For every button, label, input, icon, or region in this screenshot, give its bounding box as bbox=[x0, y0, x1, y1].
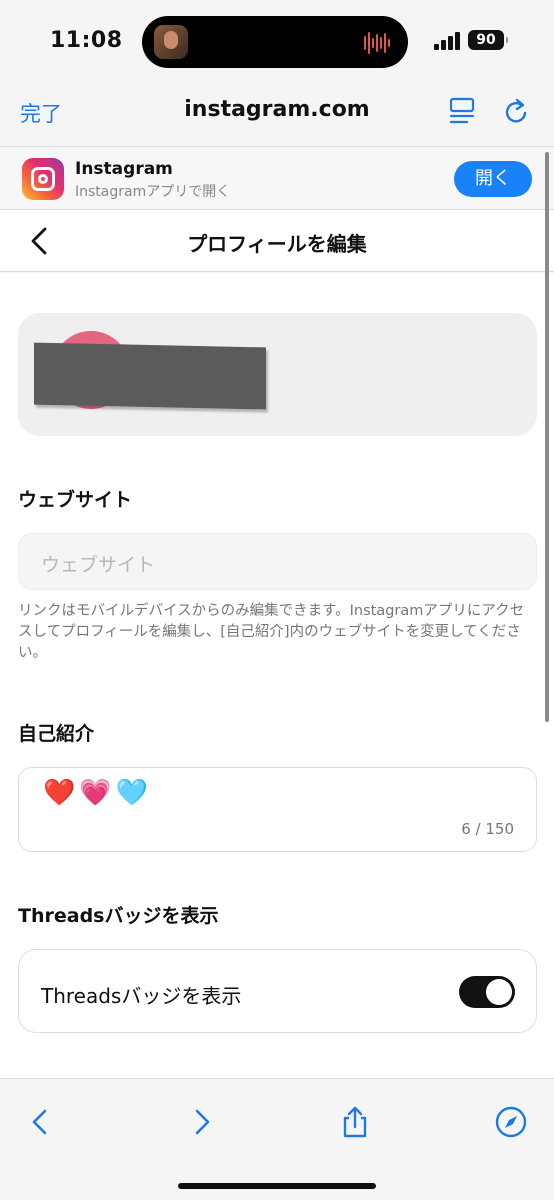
threads-badge-card: Threadsバッジを表示 bbox=[18, 949, 537, 1033]
scrollbar[interactable] bbox=[545, 152, 549, 722]
website-placeholder: ウェブサイト bbox=[41, 554, 156, 576]
browser-toolbar bbox=[0, 1078, 554, 1200]
now-playing-thumbnail bbox=[154, 25, 188, 59]
compass-icon[interactable] bbox=[494, 1105, 528, 1139]
banner-subtitle: Instagramアプリで開く bbox=[75, 184, 231, 200]
status-bar: 11:08 90 bbox=[0, 0, 554, 80]
forward-arrow-icon[interactable] bbox=[184, 1105, 218, 1139]
cellular-signal-icon bbox=[434, 32, 462, 50]
threads-toggle-label: Threadsバッジを表示 bbox=[41, 984, 242, 1008]
website-help-text: リンクはモバイルデバイスからのみ編集できます。Instagramアプリにアクセス… bbox=[18, 603, 525, 661]
reload-icon[interactable] bbox=[502, 96, 530, 126]
dynamic-island bbox=[142, 16, 408, 68]
bio-char-count: 6 / 150 bbox=[461, 820, 514, 838]
page-header: プロフィールを編集 bbox=[0, 210, 554, 272]
website-field[interactable]: ウェブサイト bbox=[18, 533, 537, 590]
status-time: 11:08 bbox=[50, 28, 123, 53]
back-arrow-icon[interactable] bbox=[24, 1105, 58, 1139]
instagram-logo-icon bbox=[22, 158, 64, 200]
bio-value: ❤️💗🩵 bbox=[43, 778, 153, 808]
app-install-banner: Instagram Instagramアプリで開く 開く bbox=[0, 146, 554, 210]
website-label: ウェブサイト bbox=[18, 489, 133, 511]
threads-section-label: Threadsバッジを表示 bbox=[18, 905, 219, 927]
share-icon[interactable] bbox=[338, 1105, 372, 1139]
threads-badge-toggle[interactable] bbox=[459, 976, 515, 1008]
profile-card bbox=[18, 313, 537, 436]
reader-list-icon[interactable] bbox=[449, 97, 475, 125]
open-app-button[interactable]: 開く bbox=[454, 161, 532, 197]
bio-field[interactable]: ❤️💗🩵 6 / 150 bbox=[18, 767, 537, 852]
home-indicator[interactable] bbox=[178, 1183, 376, 1189]
battery-icon: 90 bbox=[468, 30, 508, 50]
audio-waveform-icon bbox=[364, 32, 394, 54]
browser-address-bar: 完了 instagram.com bbox=[0, 80, 554, 146]
edit-profile-form: ウェブサイト ウェブサイト リンクはモバイルデバイスからのみ編集できます。Ins… bbox=[0, 273, 554, 1078]
banner-title: Instagram bbox=[75, 159, 173, 179]
redacted-username-block bbox=[34, 342, 266, 410]
page-title: プロフィールを編集 bbox=[187, 232, 367, 256]
bio-label: 自己紹介 bbox=[18, 723, 95, 745]
